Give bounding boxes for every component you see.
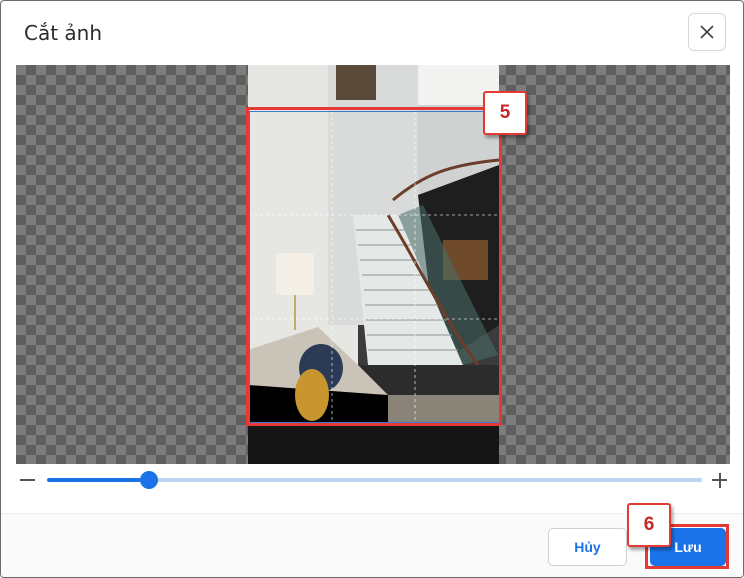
minus-icon[interactable]	[20, 479, 35, 481]
annotation-highlight-crop	[246, 107, 502, 426]
annotation-badge-6: 6	[627, 503, 671, 547]
zoom-slider-row	[16, 467, 730, 493]
annotation-badge-5: 5	[483, 91, 527, 135]
close-button[interactable]	[688, 13, 726, 51]
zoom-slider[interactable]	[47, 471, 702, 489]
zoom-slider-thumb[interactable]	[139, 471, 158, 489]
dialog-title: Cắt ảnh	[24, 21, 103, 45]
close-icon	[700, 25, 714, 39]
zoom-slider-fill	[47, 478, 149, 482]
cancel-button[interactable]: Hủy	[548, 528, 627, 566]
